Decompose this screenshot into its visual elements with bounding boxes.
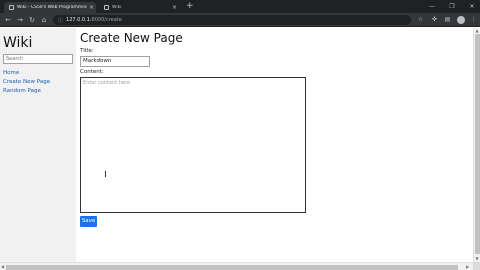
horizontal-scroll-thumb[interactable] bbox=[6, 265, 458, 270]
url-host: 127.0.0.1 bbox=[66, 17, 90, 23]
vertical-scroll-thumb[interactable] bbox=[475, 34, 480, 254]
content-textarea[interactable]: Enter content here bbox=[80, 77, 306, 213]
tab-title: Wiki - CS50's Web Programming bbox=[17, 5, 87, 10]
window-controls: — ❐ ✕ bbox=[428, 0, 476, 13]
star-icon[interactable]: ☆ bbox=[416, 13, 425, 27]
scroll-down-icon[interactable]: ▼ bbox=[474, 256, 480, 261]
sidebar-item-create-new-page[interactable]: Create New Page bbox=[3, 79, 50, 85]
scroll-left-icon[interactable]: ◀ bbox=[1, 264, 4, 270]
sidebar-item-random-page[interactable]: Random Page bbox=[3, 88, 41, 94]
search-input[interactable]: Search bbox=[3, 54, 73, 64]
extension-icon[interactable]: ▤ bbox=[443, 13, 452, 27]
scroll-right-icon[interactable]: ▶ bbox=[466, 264, 469, 270]
address-bar[interactable]: ⓘ 127.0.0.1:8000/create bbox=[53, 15, 411, 25]
back-arrow-icon[interactable]: ← bbox=[3, 13, 13, 27]
kebab-menu-icon[interactable]: ⋮ bbox=[469, 13, 478, 27]
new-tab-icon[interactable]: + bbox=[186, 1, 194, 12]
minimize-icon[interactable]: — bbox=[428, 0, 436, 13]
page-viewport: Wiki Search Home Create New Page Random … bbox=[0, 28, 473, 262]
puzzle-icon[interactable]: ✜ bbox=[430, 13, 439, 27]
lock-icon[interactable]: ⓘ bbox=[58, 17, 63, 24]
save-button[interactable]: Save bbox=[80, 216, 97, 227]
reload-icon[interactable]: ↻ bbox=[27, 13, 37, 27]
close-window-icon[interactable]: ✕ bbox=[468, 0, 476, 13]
page-title: Create New Page bbox=[80, 31, 183, 45]
sidebar-item-home[interactable]: Home bbox=[3, 70, 19, 76]
browser-toolbar: ← → ↻ ⌂ ⓘ 127.0.0.1:8000/create ☆ ✜ ▤ ⋮ bbox=[0, 13, 480, 27]
close-tab-icon[interactable]: × bbox=[89, 4, 94, 11]
page-favicon-icon bbox=[104, 5, 109, 10]
restore-icon[interactable]: ❐ bbox=[448, 0, 456, 13]
tab-wiki[interactable]: Wiki × bbox=[99, 2, 179, 13]
url-path: :8000/create bbox=[89, 17, 122, 23]
content-placeholder: Enter content here bbox=[83, 80, 131, 86]
title-label: Title: bbox=[80, 48, 94, 54]
tab-title: Wiki bbox=[112, 5, 122, 10]
home-icon[interactable]: ⌂ bbox=[39, 13, 49, 27]
vertical-scrollbar[interactable]: ▲ ▼ bbox=[473, 28, 480, 262]
site-title: Wiki bbox=[3, 35, 33, 51]
content-label: Content: bbox=[80, 69, 104, 75]
sidebar: Wiki Search Home Create New Page Random … bbox=[0, 28, 76, 262]
close-tab-icon[interactable]: × bbox=[172, 4, 177, 11]
tab-wiki-cs50[interactable]: Wiki - CS50's Web Programming × bbox=[4, 2, 96, 13]
scrollbar-corner bbox=[473, 262, 480, 270]
forward-arrow-icon[interactable]: → bbox=[15, 13, 25, 27]
horizontal-scrollbar[interactable]: ◀ ▶ bbox=[0, 262, 473, 270]
avatar[interactable] bbox=[457, 16, 465, 24]
page-favicon-icon bbox=[9, 5, 14, 10]
title-input[interactable]: Markdown bbox=[80, 56, 150, 67]
browser-tab-strip: Wiki - CS50's Web Programming × Wiki × +… bbox=[0, 0, 480, 13]
text-cursor-icon bbox=[105, 171, 106, 177]
scroll-up-icon[interactable]: ▲ bbox=[474, 28, 480, 33]
